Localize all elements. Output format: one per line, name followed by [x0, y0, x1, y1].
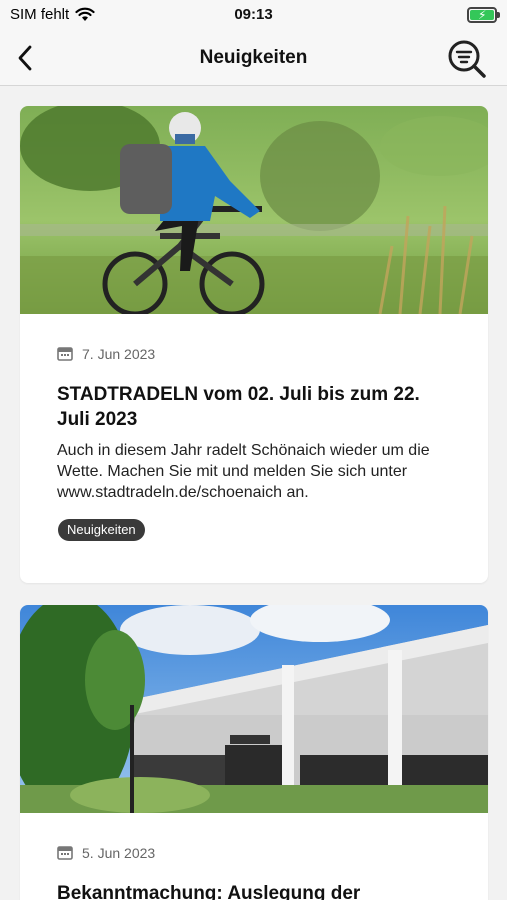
calendar-icon — [57, 347, 73, 361]
town-hall-photo — [20, 605, 488, 813]
news-title[interactable]: STADTRADELN vom 02. Juli bis zum 22. Jul… — [57, 382, 457, 432]
news-date-row: 7. Jun 2023 — [57, 346, 155, 362]
calendar-icon — [57, 846, 73, 860]
news-list[interactable]: 7. Jun 2023 STADTRADELN vom 02. Juli bis… — [0, 87, 507, 900]
page-title: Neuigkeiten — [199, 47, 308, 68]
news-date-row: 5. Jun 2023 — [57, 845, 155, 861]
news-title[interactable]: Bekanntmachung: Auslegung der — [57, 881, 457, 900]
status-bar: SIM fehlt 09:13 ⚡ — [0, 0, 507, 30]
search-filter-icon — [448, 40, 486, 78]
cyclist-photo — [20, 106, 488, 314]
news-teaser: Auch in diesem Jahr radelt Schönaich wie… — [57, 442, 430, 501]
navigation-bar: Neuigkeiten — [0, 30, 507, 86]
status-time: 09:13 — [234, 6, 273, 23]
news-date: 7. Jun 2023 — [82, 346, 156, 362]
news-card[interactable]: 5. Jun 2023 Bekanntmachung: Auslegung de… — [20, 605, 488, 900]
battery-icon: ⚡ — [467, 7, 500, 23]
charging-bolt-icon: ⚡ — [478, 8, 487, 22]
category-tag[interactable]: Neuigkeiten — [58, 519, 145, 541]
search-button[interactable] — [445, 37, 489, 81]
news-date: 5. Jun 2023 — [82, 845, 156, 861]
news-card[interactable]: 7. Jun 2023 STADTRADELN vom 02. Juli bis… — [20, 106, 488, 583]
